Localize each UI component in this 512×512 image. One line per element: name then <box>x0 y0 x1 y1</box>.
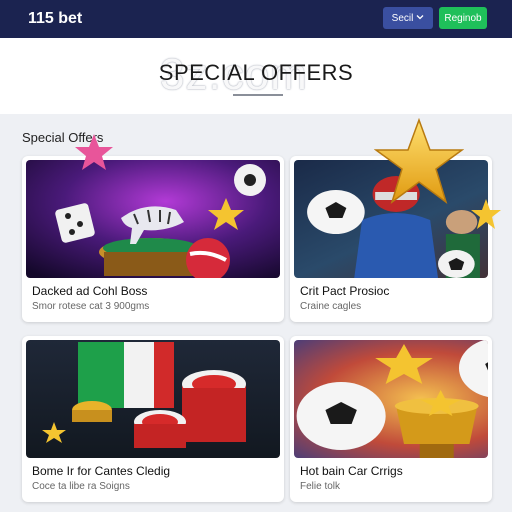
gold-star-icon <box>373 117 465 204</box>
offer-card-subtitle: Craine cagles <box>300 301 362 312</box>
offer-card-subtitle: Smor rotese cat 3 900gms <box>32 301 150 312</box>
pink-star-icon <box>74 132 114 172</box>
offer-card-1[interactable]: Dacked ad Cohl Boss Smor rotese cat 3 90… <box>22 156 284 322</box>
offer-image-trophy-balls <box>294 340 488 458</box>
top-navigation-bar: 115 bet Secil Reginob <box>0 0 512 38</box>
title-divider <box>233 94 283 96</box>
offer-card-subtitle: Felie tolk <box>300 481 341 492</box>
brand-logo[interactable]: 115 bet <box>28 10 82 28</box>
chevron-down-icon <box>416 13 424 24</box>
small-gold-star-icon <box>470 198 502 230</box>
offer-card-subtitle: Coce ta libe ra Soigns <box>32 481 130 492</box>
offer-card-3[interactable]: Bome Ir for Cantes Cledig Coce ta libe r… <box>22 336 284 502</box>
offer-card-title: Bome Ir for Cantes Cledig <box>32 464 171 478</box>
language-select-button[interactable]: Secil <box>383 7 433 29</box>
select-button-label: Secil <box>391 12 414 24</box>
offer-image-poker-chips <box>26 340 280 458</box>
offer-card-4[interactable]: Hot bain Car Crrigs Felie tolk <box>290 336 492 502</box>
offer-image-casino-tiger <box>26 160 280 278</box>
offer-card-title: Hot bain Car Crrigs <box>300 464 403 478</box>
offer-card-title: Dacked ad Cohl Boss <box>32 284 148 298</box>
register-button[interactable]: Reginob <box>439 7 487 29</box>
hero-banner: 3z.com SPECIAL OFFERS <box>0 38 512 114</box>
offer-card-title: Crit Pact Prosioc <box>300 284 390 298</box>
page-title: SPECIAL OFFERS <box>158 60 354 85</box>
